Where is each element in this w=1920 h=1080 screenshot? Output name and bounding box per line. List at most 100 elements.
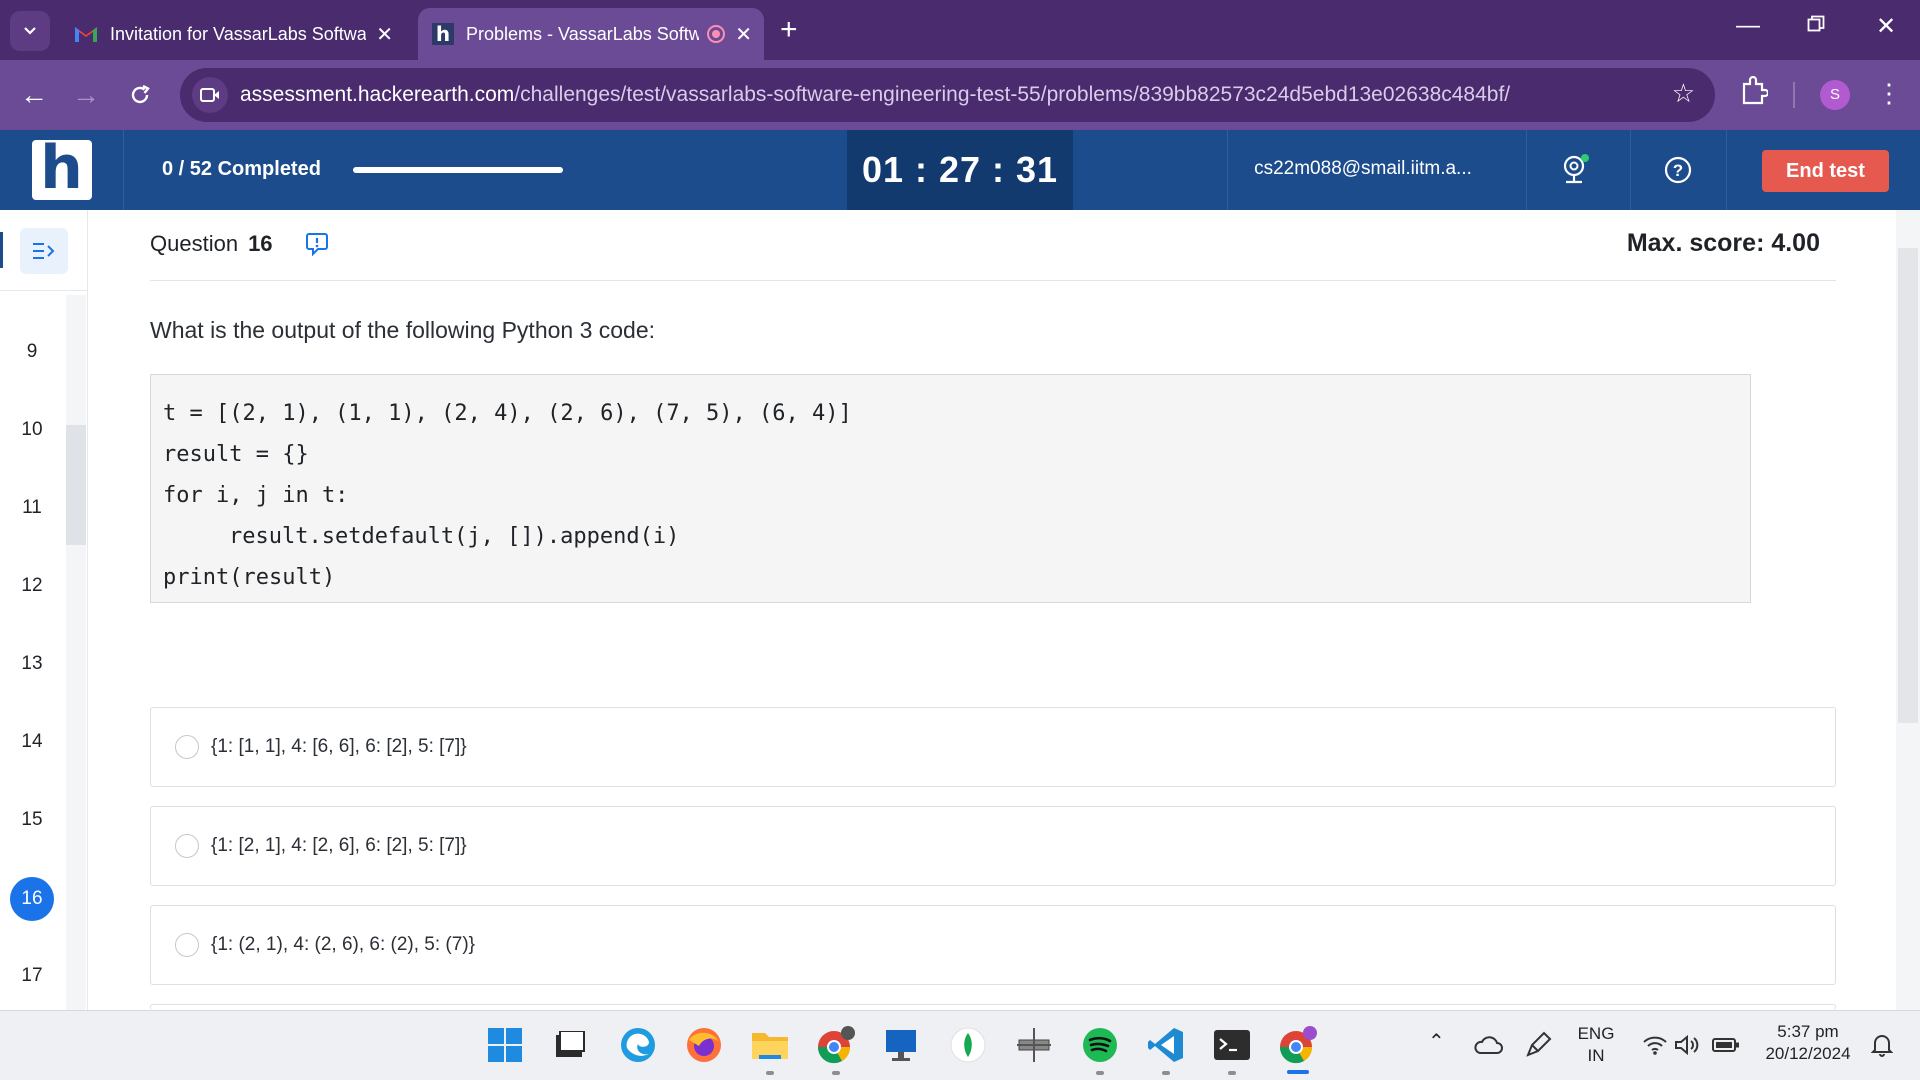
countdown-timer: 01 : 27 : 31 <box>847 130 1073 210</box>
tab-search-button[interactable] <box>10 11 50 51</box>
progress-bar-fill <box>353 167 563 173</box>
list-collapse-icon <box>33 243 55 259</box>
question-nav-16-active[interactable]: 16 <box>10 877 54 921</box>
question-nav-14[interactable]: 14 <box>0 731 64 753</box>
option-text: {1: [2, 1], 4: [2, 6], 6: [2], 5: [7]} <box>211 835 467 856</box>
close-icon[interactable]: ✕ <box>735 22 752 47</box>
reload-icon[interactable] <box>120 75 160 115</box>
running-indicator <box>832 1071 840 1075</box>
radio-button[interactable] <box>175 834 199 858</box>
report-issue-icon[interactable] <box>306 232 328 261</box>
option-text: {1: (2, 1), 4: (2, 6), 6: (2), 5: (7)} <box>211 934 475 955</box>
header-divider <box>1630 130 1631 210</box>
tab-title: Invitation for VassarLabs Software <box>110 23 367 44</box>
question-heading: Question 16 <box>150 231 273 257</box>
page-scrollbar[interactable] <box>1896 210 1920 1010</box>
address-bar[interactable]: assessment.hackerearth.com/challenges/te… <box>180 68 1715 122</box>
show-hidden-icons[interactable]: ⌃ <box>1428 1031 1445 1053</box>
mongodb-icon[interactable] <box>946 1023 990 1067</box>
max-score: Max. score: 4.00 <box>1626 229 1820 257</box>
code-line: print(result) <box>163 565 336 590</box>
extensions-icon[interactable] <box>1740 75 1770 111</box>
more-menu-icon[interactable]: ⋮ <box>1876 78 1902 109</box>
hackerearth-logo: h <box>0 130 124 210</box>
running-indicator <box>1228 1071 1236 1075</box>
running-indicator <box>1162 1071 1170 1075</box>
question-label: Question <box>150 231 239 256</box>
end-test-button[interactable]: End test <box>1762 150 1889 192</box>
spotify-icon[interactable] <box>1078 1023 1122 1067</box>
radio-button[interactable] <box>175 735 199 759</box>
edge-icon[interactable] <box>616 1023 660 1067</box>
code-line: result = {} <box>163 442 309 467</box>
question-nav-12[interactable]: 12 <box>0 575 64 597</box>
url-text[interactable]: assessment.hackerearth.com/challenges/te… <box>240 83 1510 107</box>
code-line: for i, j in t: <box>163 483 349 508</box>
header-divider <box>1726 130 1727 210</box>
answer-option-3[interactable]: {1: (2, 1), 4: (2, 6), 6: (2), 5: (7)} <box>150 905 1836 985</box>
terminal-icon[interactable] <box>1210 1023 1254 1067</box>
browser-tab-strip: Invitation for VassarLabs Software ✕ h P… <box>0 0 1920 60</box>
pen-icon[interactable] <box>1520 1025 1556 1065</box>
profile-avatar[interactable]: S <box>1820 80 1850 110</box>
navigator-scroll-thumb[interactable] <box>66 425 86 545</box>
progress-text: 0 / 52 Completed <box>162 158 321 180</box>
language-indicator[interactable]: ENG IN <box>1570 1023 1622 1067</box>
browser-tab-problems[interactable]: h Problems - VassarLabs Software ✕ <box>418 8 764 60</box>
toolbar-separator <box>1793 82 1795 108</box>
user-email: cs22m088@smail.iitm.a... <box>1254 158 1472 179</box>
restore-icon[interactable] <box>1796 12 1836 40</box>
screen-share-icon[interactable] <box>192 77 228 113</box>
question-nav-13[interactable]: 13 <box>0 653 64 675</box>
wifi-icon[interactable] <box>1640 1025 1670 1065</box>
question-nav-11[interactable]: 11 <box>0 497 64 519</box>
chrome-icon[interactable] <box>814 1023 858 1067</box>
svg-text:?: ? <box>1673 161 1683 180</box>
question-nav-15[interactable]: 15 <box>0 809 64 831</box>
clock[interactable]: 5:37 pm 20/12/2024 <box>1756 1021 1860 1065</box>
question-nav-17[interactable]: 17 <box>0 965 64 987</box>
gmail-icon <box>75 27 97 42</box>
chrome-profile-icon[interactable] <box>1276 1023 1320 1067</box>
folder-icon[interactable] <box>748 1023 792 1067</box>
question-number: 16 <box>248 231 273 256</box>
close-window-icon[interactable]: ✕ <box>1866 12 1906 41</box>
active-app-indicator <box>1287 1070 1309 1074</box>
page-scroll-thumb[interactable] <box>1898 248 1918 723</box>
answer-option-1[interactable]: {1: [1, 1], 4: [6, 6], 6: [2], 5: [7]} <box>150 707 1836 787</box>
battery-icon[interactable] <box>1708 1025 1744 1065</box>
answer-option-2[interactable]: {1: [2, 1], 4: [2, 6], 6: [2], 5: [7]} <box>150 806 1836 886</box>
minimize-icon[interactable]: — <box>1728 12 1768 40</box>
svg-text:h: h <box>436 23 450 45</box>
collapse-sidebar-button[interactable] <box>20 228 68 274</box>
notification-icon[interactable] <box>1864 1025 1900 1065</box>
firefox-icon[interactable] <box>682 1023 726 1067</box>
vscode-icon[interactable] <box>1144 1023 1188 1067</box>
windows-start-icon[interactable] <box>483 1023 527 1067</box>
header-divider <box>1526 130 1527 210</box>
back-arrow-icon[interactable]: ← <box>14 75 54 115</box>
chevron-down-icon <box>24 27 36 35</box>
navigator-scrollbar[interactable] <box>66 295 86 1010</box>
close-icon[interactable]: ✕ <box>376 22 393 47</box>
vm-icon[interactable] <box>880 1023 924 1067</box>
file-explorer-icon[interactable] <box>548 1023 592 1067</box>
bookmark-star-icon[interactable]: ☆ <box>1672 78 1695 109</box>
onedrive-icon[interactable] <box>1470 1025 1506 1065</box>
browser-tab-gmail[interactable]: Invitation for VassarLabs Software ✕ <box>60 8 405 60</box>
progress-bar <box>353 167 563 173</box>
recording-icon <box>707 25 726 43</box>
code-line: result.setdefault(j, []).append(i) <box>229 524 680 549</box>
tab-title: Problems - VassarLabs Software <box>466 23 700 44</box>
radio-button[interactable] <box>175 933 199 957</box>
question-nav-10[interactable]: 10 <box>0 419 64 441</box>
help-icon[interactable]: ? <box>1660 152 1696 188</box>
question-nav-9[interactable]: 9 <box>0 341 64 363</box>
new-tab-button[interactable]: + <box>780 12 798 48</box>
dropper-icon[interactable] <box>1012 1023 1056 1067</box>
forward-arrow-icon[interactable]: → <box>66 75 106 115</box>
webcam-icon[interactable] <box>1558 152 1594 188</box>
nav-accent-bar <box>0 232 3 268</box>
volume-icon[interactable] <box>1672 1025 1702 1065</box>
header-divider-line <box>150 280 1836 281</box>
